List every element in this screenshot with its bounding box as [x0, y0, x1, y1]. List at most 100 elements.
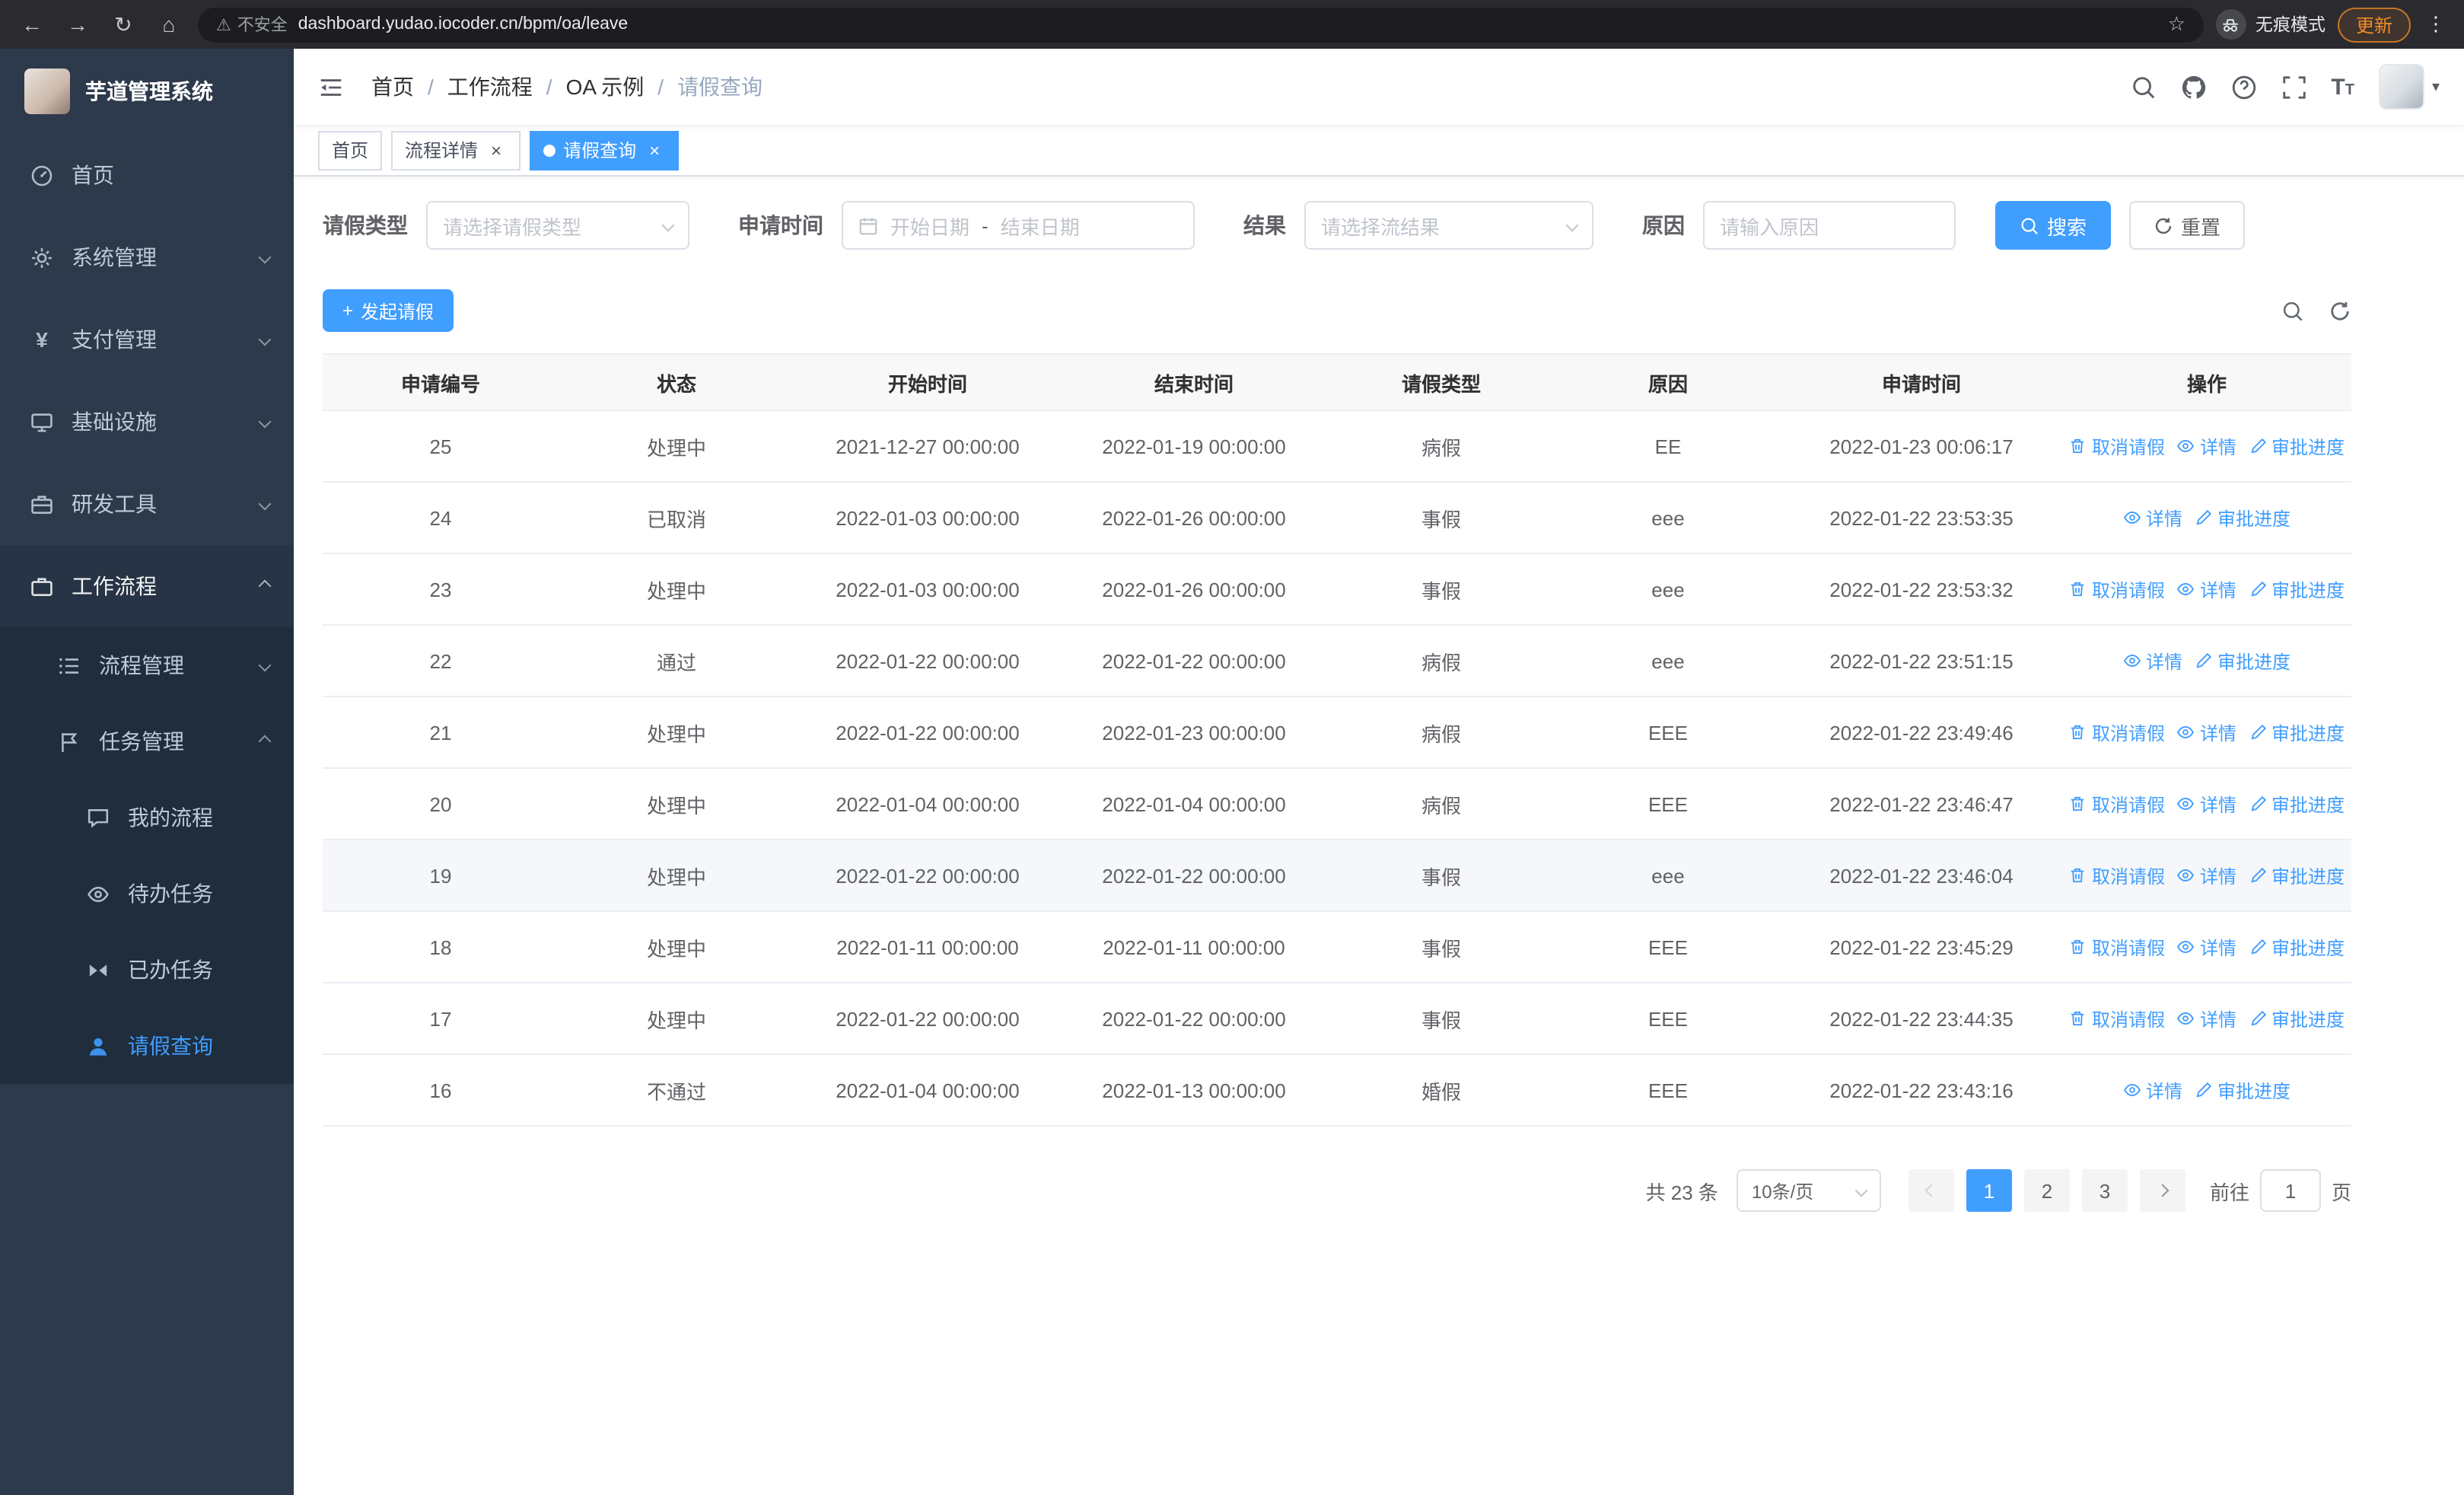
approval-progress-link[interactable]: 审批进度	[2249, 576, 2345, 602]
update-button[interactable]: 更新	[2337, 7, 2411, 42]
detail-link[interactable]: 详情	[2123, 648, 2182, 674]
detail-link[interactable]: 详情	[2177, 1006, 2236, 1031]
detail-link[interactable]: 详情	[2123, 1077, 2182, 1103]
goto-page-input[interactable]: 1	[2259, 1169, 2321, 1212]
tab-close-icon[interactable]: ×	[644, 139, 665, 161]
result-select[interactable]: 请选择流结果	[1304, 201, 1593, 250]
breadcrumb-item[interactable]: OA 示例	[566, 72, 645, 102]
approval-progress-link[interactable]: 审批进度	[2249, 719, 2345, 745]
table-row[interactable]: 20 处理中 2022-01-04 00:00:00 2022-01-04 00…	[323, 769, 2351, 840]
browser-back-icon[interactable]: ←	[15, 12, 49, 37]
reason-input[interactable]: 请输入原因	[1703, 201, 1956, 250]
cancel-leave-link[interactable]: 取消请假	[2069, 934, 2165, 960]
tab-close-icon[interactable]: ×	[485, 139, 507, 161]
approval-progress-link[interactable]: 审批进度	[2195, 1077, 2291, 1103]
cell-status: 处理中	[646, 794, 706, 817]
sidebar-item-payment[interactable]: ¥ 支付管理	[0, 298, 294, 381]
font-size-icon[interactable]: TT	[2331, 74, 2354, 100]
breadcrumb-separator: /	[657, 75, 664, 99]
date-range-picker[interactable]: 开始日期 - 结束日期	[842, 201, 1195, 250]
tab-label: 流程详情	[405, 140, 479, 161]
page-button-1[interactable]: 1	[1966, 1169, 2012, 1212]
cell-apply-id: 25	[429, 435, 452, 457]
approval-progress-link[interactable]: 审批进度	[2195, 648, 2291, 674]
toggle-search-icon[interactable]	[2281, 299, 2304, 322]
user-menu[interactable]: ▾	[2378, 64, 2440, 110]
detail-link[interactable]: 详情	[2177, 791, 2236, 817]
detail-link[interactable]: 详情	[2177, 934, 2236, 960]
cell-start-time: 2022-01-22 00:00:00	[836, 1007, 1020, 1030]
leave-type-select[interactable]: 请选择请假类型	[426, 201, 689, 250]
breadcrumb-item[interactable]: 首页	[371, 72, 414, 102]
sidebar-item-infra[interactable]: 基础设施	[0, 381, 294, 463]
table-row[interactable]: 18 处理中 2022-01-11 00:00:00 2022-01-11 00…	[323, 912, 2351, 983]
prev-page-button[interactable]	[1908, 1169, 1954, 1212]
cancel-leave-link[interactable]: 取消请假	[2069, 791, 2165, 817]
tab-home[interactable]: 首页	[318, 130, 383, 170]
sidebar-item-todo-tasks[interactable]: 待办任务	[0, 856, 294, 932]
table-row[interactable]: 16 不通过 2022-01-04 00:00:00 2022-01-13 00…	[323, 1055, 2351, 1127]
cancel-leave-link[interactable]: 取消请假	[2069, 576, 2165, 602]
approval-progress-link[interactable]: 审批进度	[2249, 791, 2345, 817]
cancel-leave-link[interactable]: 取消请假	[2069, 1006, 2165, 1031]
sidebar-item-my-process[interactable]: 我的流程	[0, 779, 294, 856]
table-row[interactable]: 19 处理中 2022-01-22 00:00:00 2022-01-22 00…	[323, 840, 2351, 912]
breadcrumb-item[interactable]: 工作流程	[447, 72, 533, 102]
detail-link[interactable]: 详情	[2177, 576, 2236, 602]
table-row[interactable]: 17 处理中 2022-01-22 00:00:00 2022-01-22 00…	[323, 983, 2351, 1055]
github-icon[interactable]	[2180, 74, 2206, 100]
sidebar-item-system[interactable]: 系统管理	[0, 216, 294, 298]
sidebar-item-workflow[interactable]: 工作流程	[0, 545, 294, 627]
page-button-2[interactable]: 2	[2023, 1169, 2070, 1212]
sidebar-collapse-icon[interactable]	[318, 74, 344, 100]
address-bar[interactable]: ⚠ 不安全 dashboard.yudao.iocoder.cn/bpm/oa/…	[198, 7, 2204, 42]
detail-link[interactable]: 详情	[2123, 505, 2182, 531]
filter-result: 结果 请选择流结果	[1243, 201, 1593, 250]
refresh-table-icon[interactable]	[2329, 299, 2351, 322]
table-row[interactable]: 24 已取消 2022-01-03 00:00:00 2022-01-26 00…	[323, 483, 2351, 554]
cancel-leave-link[interactable]: 取消请假	[2069, 433, 2165, 459]
approval-progress-link[interactable]: 审批进度	[2249, 433, 2345, 459]
avatar[interactable]	[2378, 64, 2424, 110]
next-page-button[interactable]	[2139, 1169, 2185, 1212]
sidebar-item-devtools[interactable]: 研发工具	[0, 463, 294, 545]
sidebar-item-home[interactable]: 首页	[0, 134, 294, 216]
detail-link[interactable]: 详情	[2177, 719, 2236, 745]
browser-home-icon[interactable]: ⌂	[152, 12, 186, 37]
reset-button-label: 重置	[2181, 215, 2221, 238]
page-button-3[interactable]: 3	[2081, 1169, 2128, 1212]
table-row[interactable]: 23 处理中 2022-01-03 00:00:00 2022-01-26 00…	[323, 554, 2351, 626]
search-icon[interactable]	[2130, 74, 2156, 100]
table-row[interactable]: 22 通过 2022-01-22 00:00:00 2022-01-22 00:…	[323, 626, 2351, 697]
browser-forward-icon[interactable]: →	[61, 12, 94, 37]
page-content: 请假类型 请选择请假类型 申请时间 开始日期 - 结束日期 结果 请选择流结果 …	[294, 177, 2464, 1212]
browser-reload-icon[interactable]: ↻	[107, 11, 140, 37]
detail-link[interactable]: 详情	[2177, 862, 2236, 888]
table-row[interactable]: 21 处理中 2022-01-22 00:00:00 2022-01-23 00…	[323, 697, 2351, 769]
approval-progress-link[interactable]: 审批进度	[2249, 862, 2345, 888]
tab-process-detail[interactable]: 流程详情 ×	[391, 130, 521, 170]
approval-progress-link[interactable]: 审批进度	[2249, 934, 2345, 960]
cancel-leave-link[interactable]: 取消请假	[2069, 862, 2165, 888]
bookmark-star-icon[interactable]: ☆	[2168, 12, 2185, 37]
sidebar-item-done-tasks[interactable]: 已办任务	[0, 932, 294, 1008]
browser-menu-icon[interactable]: ⋮	[2423, 12, 2449, 37]
help-icon[interactable]	[2230, 74, 2256, 100]
create-leave-button[interactable]: + 发起请假	[323, 289, 454, 332]
page-size-select[interactable]: 10条/页	[1736, 1169, 1881, 1212]
sidebar-item-process-mgmt[interactable]: 流程管理	[0, 627, 294, 703]
approval-progress-link[interactable]: 审批进度	[2195, 505, 2291, 531]
sidebar-item-leave-query[interactable]: 请假查询	[0, 1008, 294, 1084]
chevron-down-icon	[661, 218, 675, 232]
tab-leave-query[interactable]: 请假查询 ×	[530, 130, 680, 170]
sidebar-item-task-mgmt[interactable]: 任务管理	[0, 703, 294, 779]
search-button[interactable]: 搜索	[1995, 201, 2112, 250]
approval-progress-link[interactable]: 审批进度	[2249, 1006, 2345, 1031]
table-row[interactable]: 25 处理中 2021-12-27 00:00:00 2022-01-19 00…	[323, 411, 2351, 483]
fullscreen-icon[interactable]	[2281, 74, 2306, 100]
cancel-leave-link[interactable]: 取消请假	[2069, 719, 2165, 745]
reset-button[interactable]: 重置	[2129, 201, 2246, 250]
security-warning[interactable]: ⚠ 不安全	[216, 12, 288, 37]
detail-link[interactable]: 详情	[2177, 433, 2236, 459]
pagination: 共 23 条 10条/页 123 前往 1 页	[323, 1169, 2351, 1212]
